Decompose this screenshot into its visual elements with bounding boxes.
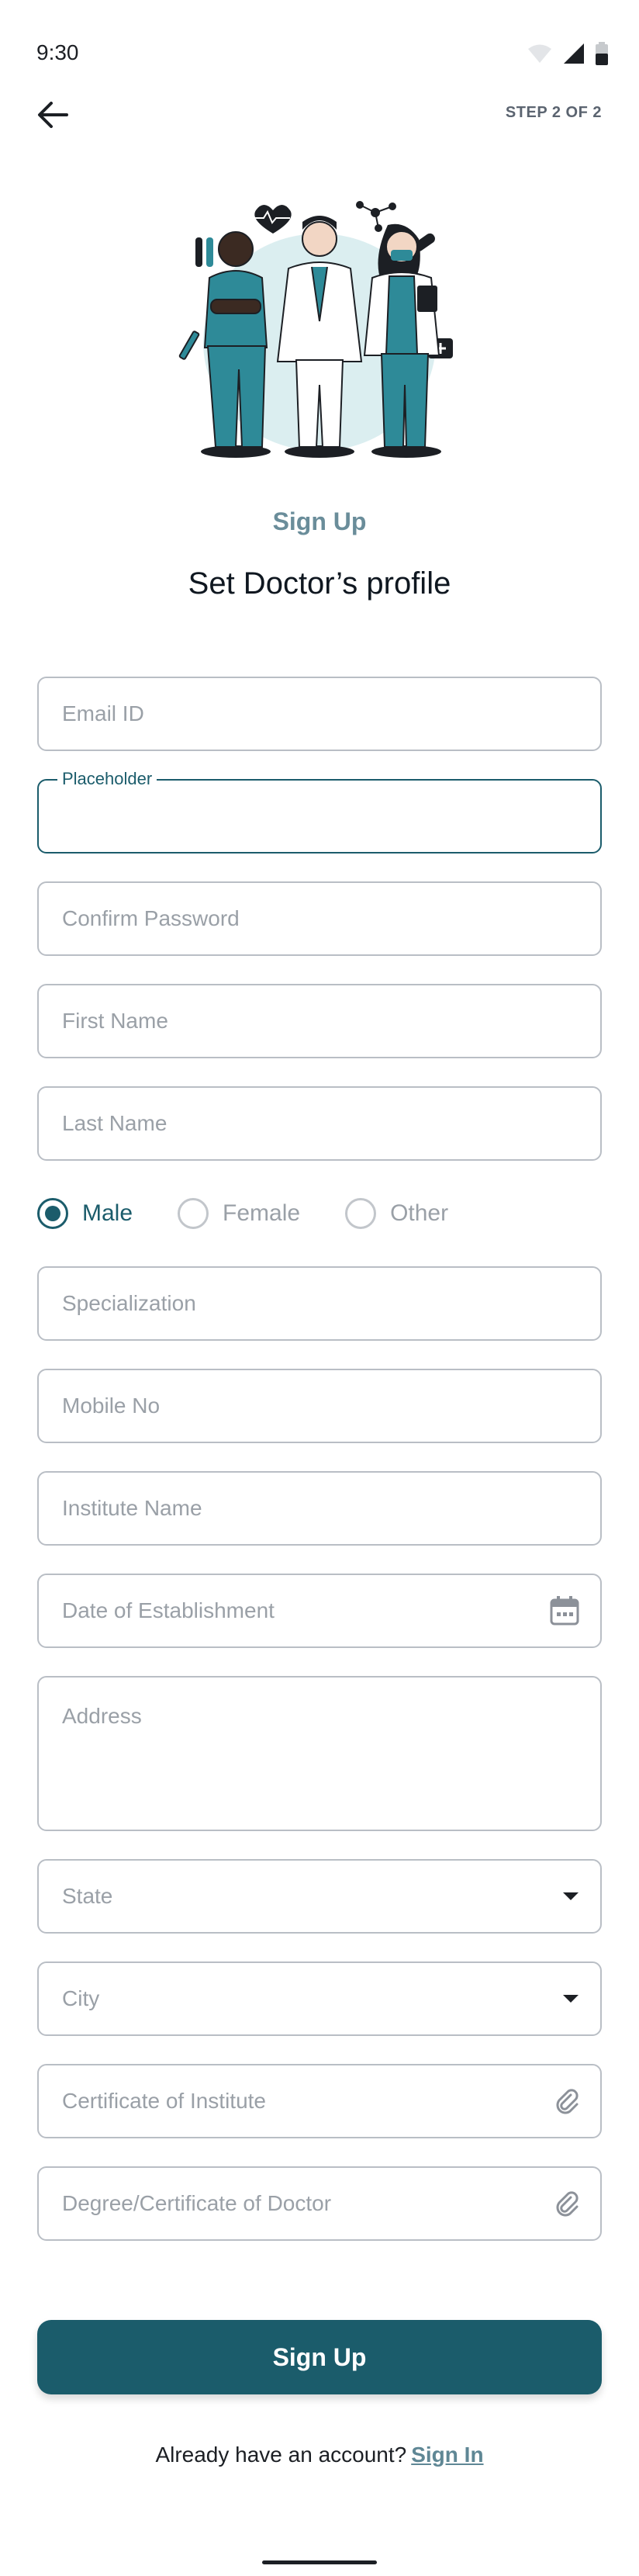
- dropdown-arrow-icon: [561, 1891, 580, 1902]
- gender-radio-group: Male Female Other: [37, 1192, 602, 1235]
- certificate-institute-field[interactable]: Certificate of Institute: [37, 2064, 602, 2138]
- confirm-password-field[interactable]: Confirm Password: [37, 881, 602, 956]
- status-time: 9:30: [36, 40, 79, 64]
- attachment-icon[interactable]: [554, 2088, 580, 2114]
- already-have-account-text: Already have an account?: [155, 2443, 407, 2467]
- address-field[interactable]: Address: [37, 1676, 602, 1831]
- battery-icon: [596, 42, 608, 69]
- page-title: Set Doctor’s profile: [188, 566, 451, 601]
- mobile-field[interactable]: Mobile No: [37, 1369, 602, 1443]
- gender-label-other: Other: [390, 1200, 449, 1226]
- cellular-signal-icon: [563, 43, 585, 68]
- back-button[interactable]: [31, 95, 74, 138]
- institute-name-placeholder: Institute Name: [62, 1496, 202, 1520]
- last-name-field[interactable]: Last Name: [37, 1086, 602, 1161]
- home-indicator: [262, 2560, 377, 2564]
- confirm-password-placeholder: Confirm Password: [62, 906, 240, 930]
- radio-unselected-icon: [178, 1198, 209, 1229]
- establishment-date-field[interactable]: Date of Establishment: [37, 1574, 602, 1648]
- sign-up-eyebrow: Sign Up: [272, 507, 367, 535]
- heart-pulse-icon: [253, 205, 292, 234]
- doctors-illustration: [172, 191, 467, 470]
- institute-name-field[interactable]: Institute Name: [37, 1471, 602, 1546]
- state-dropdown[interactable]: State: [37, 1859, 602, 1934]
- wifi-icon: [527, 43, 552, 68]
- radio-selected-icon: [37, 1198, 68, 1229]
- attachment-icon[interactable]: [554, 2190, 580, 2217]
- arrow-left-icon: [37, 101, 68, 132]
- specialization-field[interactable]: Specialization: [37, 1266, 602, 1341]
- status-bar: 9:30: [0, 0, 639, 101]
- certificate-doctor-placeholder: Degree/Certificate of Doctor: [62, 2191, 332, 2215]
- test-tubes-icon: [195, 237, 213, 267]
- gender-radio-other[interactable]: Other: [345, 1198, 448, 1229]
- gender-label-male: Male: [82, 1200, 133, 1226]
- sign-up-button[interactable]: Sign Up: [37, 2320, 602, 2394]
- establishment-date-placeholder: Date of Establishment: [62, 1598, 275, 1622]
- first-name-field[interactable]: First Name: [37, 984, 602, 1058]
- city-dropdown[interactable]: City: [37, 1961, 602, 2036]
- sign-in-link[interactable]: Sign In: [411, 2443, 483, 2467]
- password-field[interactable]: Placeholder: [37, 769, 602, 853]
- specialization-placeholder: Specialization: [62, 1291, 196, 1315]
- dropdown-arrow-icon: [561, 1993, 580, 2004]
- address-placeholder: Address: [62, 1704, 142, 1728]
- calendar-icon[interactable]: [549, 1595, 580, 1626]
- first-name-placeholder: First Name: [62, 1009, 168, 1033]
- certificate-institute-placeholder: Certificate of Institute: [62, 2089, 267, 2113]
- gender-label-female: Female: [223, 1200, 301, 1226]
- password-floating-label: Placeholder: [57, 769, 157, 789]
- last-name-placeholder: Last Name: [62, 1111, 168, 1135]
- syringe-icon: [178, 331, 200, 360]
- gender-radio-male[interactable]: Male: [37, 1198, 133, 1229]
- state-placeholder: State: [62, 1884, 113, 1908]
- sign-in-prompt: Already have an account? Sign In: [0, 2443, 639, 2467]
- gender-radio-female[interactable]: Female: [178, 1198, 300, 1229]
- email-placeholder: Email ID: [62, 701, 144, 725]
- city-placeholder: City: [62, 1986, 100, 2010]
- status-icons: [527, 42, 608, 69]
- email-field[interactable]: Email ID: [37, 677, 602, 751]
- step-indicator: STEP 2 OF 2: [505, 104, 602, 121]
- radio-unselected-icon: [345, 1198, 377, 1229]
- certificate-doctor-field[interactable]: Degree/Certificate of Doctor: [37, 2166, 602, 2241]
- mobile-placeholder: Mobile No: [62, 1394, 161, 1418]
